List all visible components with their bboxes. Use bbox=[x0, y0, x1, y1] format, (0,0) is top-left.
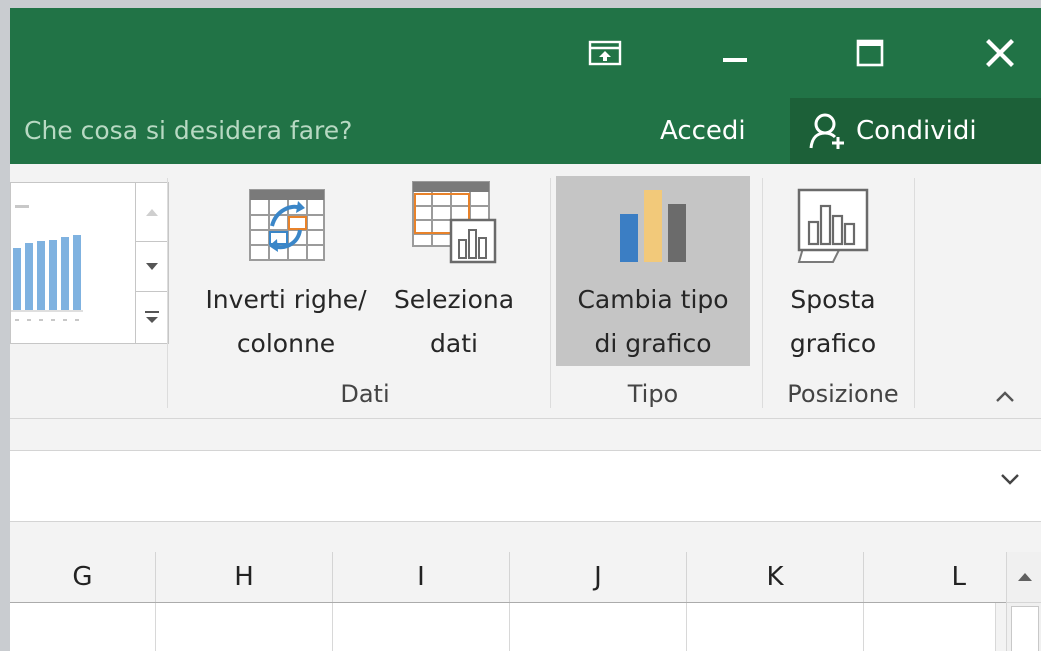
switch-row-column-button[interactable]: Inverti righe/ colonne bbox=[180, 176, 392, 366]
cell[interactable] bbox=[10, 603, 156, 651]
switch-row-column-icon bbox=[249, 189, 325, 261]
move-chart-label: Sposta grafico bbox=[789, 285, 877, 358]
column-header-j[interactable]: J bbox=[510, 552, 687, 602]
cell[interactable] bbox=[510, 603, 687, 651]
minimize-icon bbox=[723, 58, 747, 62]
scrollbar-thumb[interactable] bbox=[1011, 606, 1039, 651]
column-header-k[interactable]: K bbox=[687, 552, 864, 602]
select-data-button[interactable]: Seleziona dati bbox=[382, 176, 526, 366]
move-chart-button[interactable]: Sposta grafico bbox=[768, 176, 898, 366]
triangle-up-icon bbox=[1017, 573, 1032, 581]
share-label: Condividi bbox=[856, 116, 977, 146]
ribbon-chart-design: Inverti righe/ colonne Seleziona dati Ca… bbox=[10, 164, 1041, 419]
change-chart-type-button[interactable]: Cambia tipo di grafico bbox=[556, 176, 750, 366]
ribbon-separator bbox=[762, 178, 763, 408]
maximize-icon bbox=[856, 39, 884, 67]
gallery-scroll bbox=[135, 182, 169, 344]
column-header-l[interactable]: L bbox=[864, 552, 996, 602]
collapse-ribbon-button[interactable] bbox=[995, 388, 1015, 407]
ribbon-separator bbox=[914, 178, 915, 408]
close-icon bbox=[986, 39, 1014, 67]
maximize-button[interactable] bbox=[810, 8, 930, 98]
triangle-up-icon bbox=[146, 209, 158, 216]
chart-styles-gallery[interactable] bbox=[10, 182, 136, 344]
switch-row-column-label: Inverti righe/ colonne bbox=[205, 285, 367, 358]
column-headers: G H I J K L bbox=[10, 552, 1041, 603]
tell-me-search-input[interactable]: Che cosa si desidera fare? bbox=[24, 116, 352, 145]
share-button[interactable]: Condividi bbox=[790, 98, 1041, 164]
change-chart-type-icon bbox=[620, 190, 686, 262]
cell[interactable] bbox=[156, 603, 333, 651]
select-data-label: Seleziona dati bbox=[393, 285, 515, 358]
move-chart-icon bbox=[797, 188, 869, 263]
cell[interactable] bbox=[687, 603, 864, 651]
vertical-scrollbar[interactable] bbox=[1006, 552, 1041, 651]
formula-bar-input[interactable] bbox=[10, 450, 1041, 522]
tell-me-bar: Che cosa si desidera fare? Accedi Condiv… bbox=[10, 98, 1041, 164]
close-button[interactable] bbox=[940, 8, 1041, 98]
group-label-dati: Dati bbox=[340, 380, 390, 408]
gallery-more-icon bbox=[145, 311, 159, 323]
select-data-icon bbox=[412, 181, 497, 264]
expand-formula-bar-button[interactable] bbox=[1000, 471, 1020, 490]
triangle-down-icon bbox=[146, 263, 158, 270]
group-label-tipo: Tipo bbox=[627, 380, 679, 408]
ribbon-separator bbox=[550, 178, 551, 408]
chevron-down-icon bbox=[1001, 474, 1019, 485]
column-header-i[interactable]: I bbox=[333, 552, 510, 602]
worksheet-grid bbox=[10, 603, 996, 651]
ribbon-display-options-button[interactable] bbox=[545, 8, 665, 98]
cell[interactable] bbox=[864, 603, 996, 651]
share-person-icon bbox=[808, 111, 848, 151]
minimize-button[interactable] bbox=[675, 8, 795, 98]
chevron-up-icon bbox=[996, 391, 1014, 402]
ribbon-display-icon bbox=[588, 40, 622, 66]
group-label-posizione: Posizione bbox=[787, 380, 899, 408]
column-header-h[interactable]: H bbox=[156, 552, 333, 602]
gallery-scroll-down-button[interactable] bbox=[136, 241, 168, 292]
cell[interactable] bbox=[333, 603, 510, 651]
change-chart-type-label: Cambia tipo di grafico bbox=[577, 285, 729, 358]
excel-window: Che cosa si desidera fare? Accedi Condiv… bbox=[10, 8, 1041, 651]
sign-in-link[interactable]: Accedi bbox=[660, 116, 746, 146]
title-bar bbox=[10, 8, 1041, 98]
gallery-more-button[interactable] bbox=[136, 291, 168, 343]
ribbon-separator bbox=[167, 178, 168, 408]
column-header-g[interactable]: G bbox=[10, 552, 156, 602]
gallery-scroll-up-button[interactable] bbox=[136, 183, 168, 242]
chart-style-thumbnail-icon bbox=[11, 183, 135, 343]
scroll-up-button[interactable] bbox=[1007, 552, 1041, 603]
